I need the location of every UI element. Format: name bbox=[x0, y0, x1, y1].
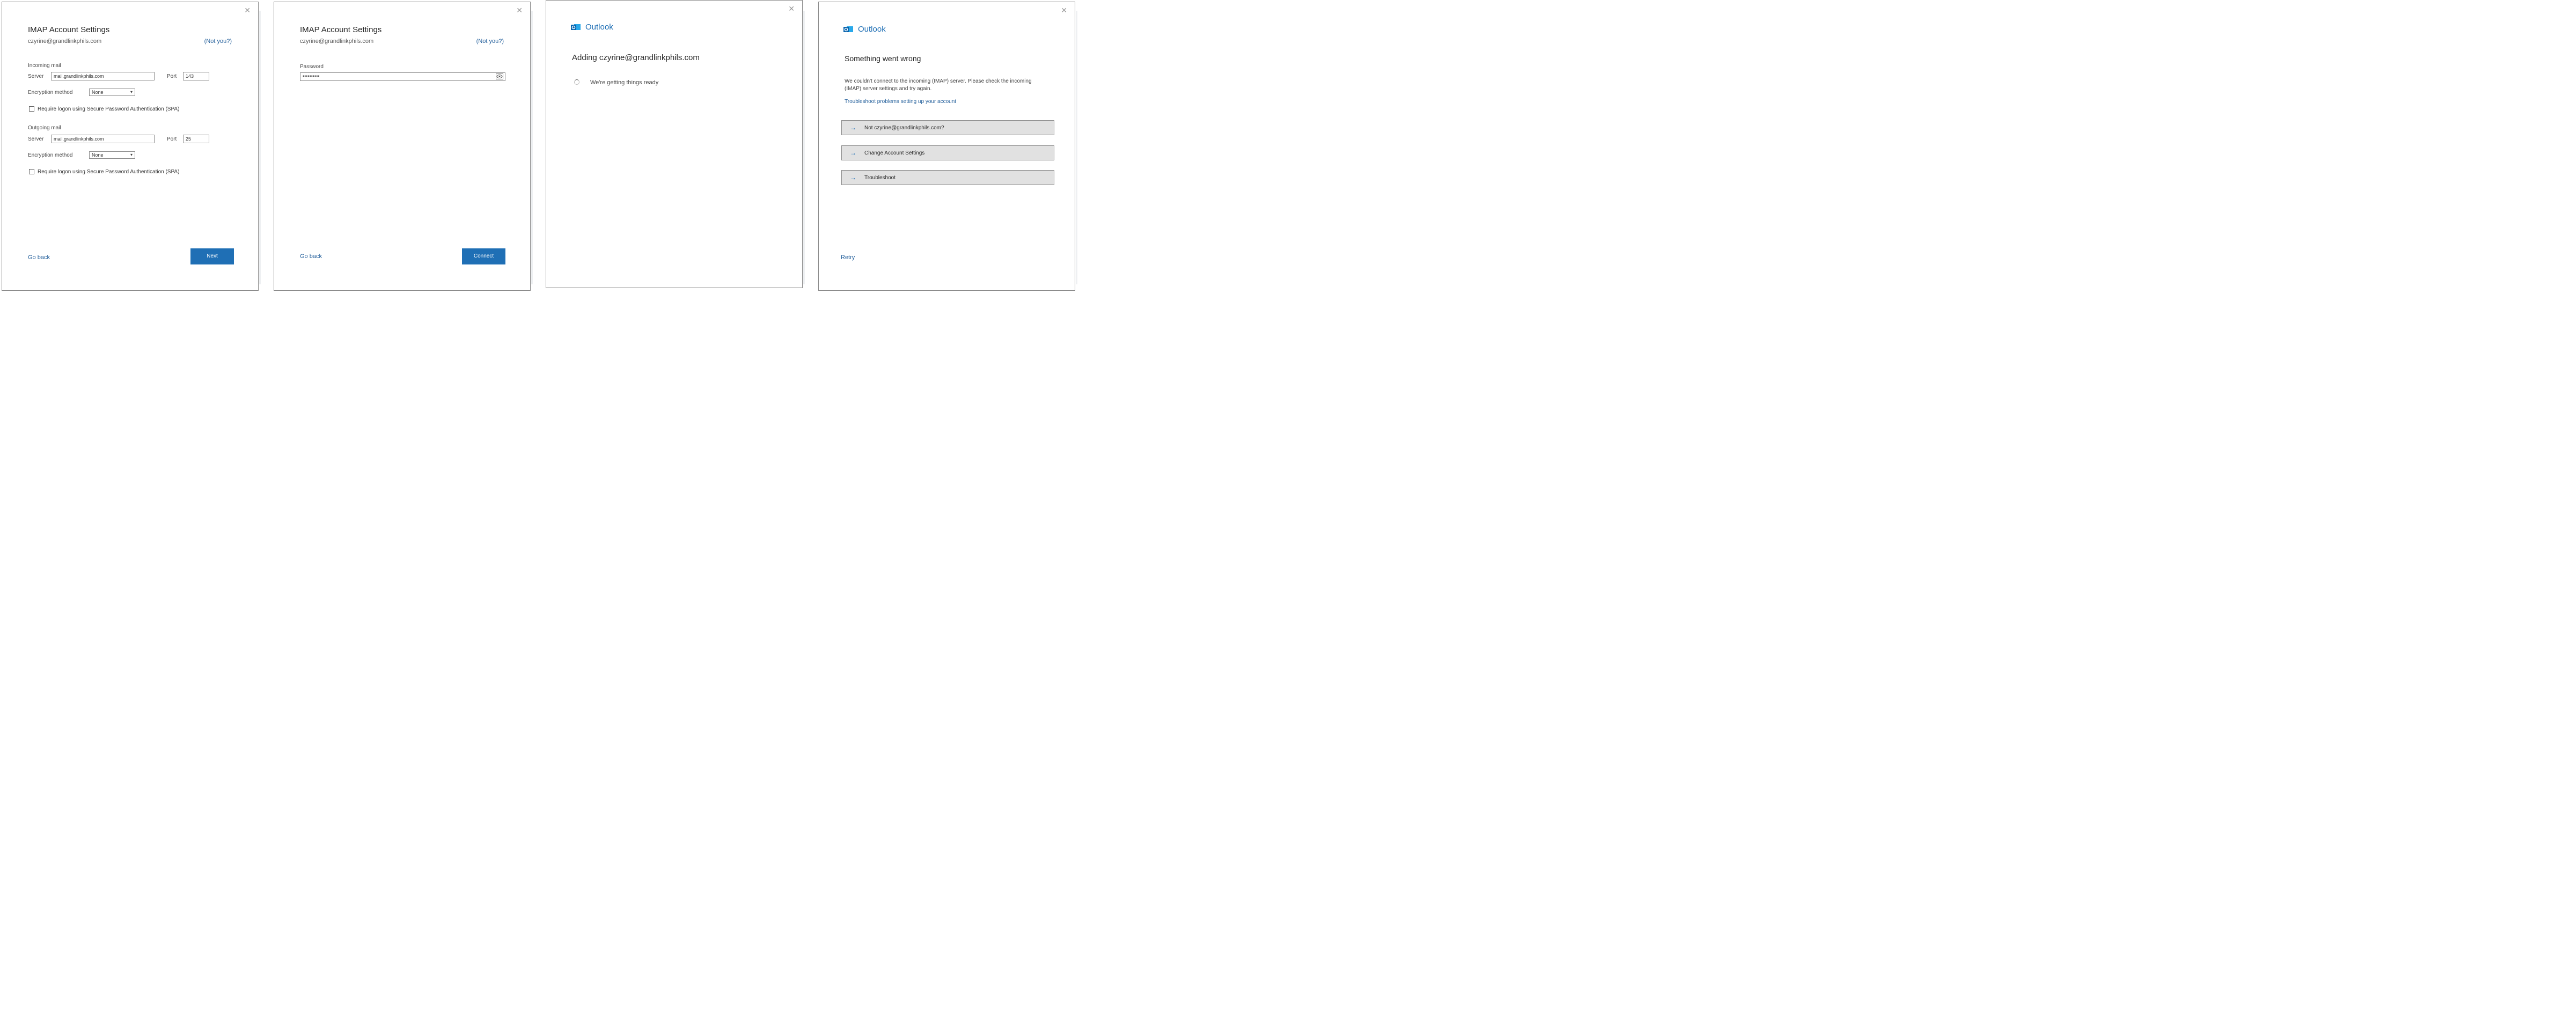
chevron-down-icon: ▾ bbox=[130, 152, 133, 157]
account-email: czyrine@grandlinkphils.com bbox=[300, 38, 374, 45]
imap-settings-dialog: ✕ IMAP Account Settings czyrine@grandlin… bbox=[2, 2, 259, 291]
outgoing-server-input[interactable] bbox=[51, 135, 155, 143]
password-input[interactable]: •••••••••• bbox=[300, 72, 505, 81]
adding-account-dialog: ✕ Outlook Adding czyrine@grandlinkphils.… bbox=[546, 0, 803, 288]
troubleshoot-button[interactable]: → Troubleshoot bbox=[841, 170, 1054, 185]
incoming-server-input[interactable] bbox=[51, 72, 155, 80]
connect-button[interactable]: Connect bbox=[462, 248, 505, 264]
error-dialog: ✕ Outlook Something went wrong We couldn… bbox=[818, 2, 1075, 291]
outlook-logo-icon bbox=[843, 25, 853, 34]
outgoing-server-label: Server bbox=[28, 136, 44, 142]
dialog-title: IMAP Account Settings bbox=[28, 25, 110, 34]
password-value: •••••••••• bbox=[303, 73, 320, 79]
not-you-link[interactable]: (Not you?) bbox=[204, 38, 232, 45]
outgoing-mail-heading: Outgoing mail bbox=[28, 125, 61, 131]
loading-spinner-icon bbox=[574, 79, 579, 85]
outgoing-encryption-value: None bbox=[92, 152, 104, 158]
option-label: Change Account Settings bbox=[864, 150, 925, 156]
close-icon[interactable]: ✕ bbox=[1061, 6, 1067, 14]
status-text: We're getting things ready bbox=[590, 79, 659, 86]
password-label: Password bbox=[300, 64, 324, 70]
not-you-option-button[interactable]: → Not czyrine@grandlinkphils.com? bbox=[841, 120, 1054, 135]
incoming-spa-checkbox[interactable] bbox=[29, 106, 34, 112]
go-back-link[interactable]: Go back bbox=[28, 254, 50, 261]
option-label: Not czyrine@grandlinkphils.com? bbox=[864, 125, 944, 131]
imap-password-dialog: ✕ IMAP Account Settings czyrine@grandlin… bbox=[274, 2, 531, 291]
troubleshoot-link[interactable]: Troubleshoot problems setting up your ac… bbox=[845, 99, 956, 105]
brand-name: Outlook bbox=[858, 25, 886, 34]
incoming-encryption-select[interactable]: None ▾ bbox=[89, 89, 135, 96]
eye-icon[interactable] bbox=[496, 73, 503, 79]
incoming-port-input[interactable] bbox=[183, 72, 209, 80]
arrow-right-icon: → bbox=[850, 124, 856, 131]
outlook-logo-icon bbox=[571, 23, 581, 32]
account-email: czyrine@grandlinkphils.com bbox=[28, 38, 102, 45]
outlook-brand: Outlook bbox=[571, 23, 613, 32]
incoming-spa-label: Require logon using Secure Password Auth… bbox=[38, 106, 180, 112]
dialog-title: IMAP Account Settings bbox=[300, 25, 382, 34]
background-window-edge bbox=[531, 11, 533, 284]
error-heading: Something went wrong bbox=[845, 54, 921, 63]
outgoing-port-input[interactable] bbox=[183, 135, 209, 143]
close-icon[interactable]: ✕ bbox=[516, 6, 523, 14]
option-label: Troubleshoot bbox=[864, 175, 896, 181]
incoming-encryption-label: Encryption method bbox=[28, 90, 73, 95]
outgoing-port-label: Port bbox=[167, 136, 177, 142]
retry-link[interactable]: Retry bbox=[841, 254, 855, 261]
outgoing-spa-checkbox[interactable] bbox=[29, 169, 34, 174]
outgoing-encryption-select[interactable]: None ▾ bbox=[89, 151, 135, 159]
incoming-mail-heading: Incoming mail bbox=[28, 63, 61, 69]
go-back-link[interactable]: Go back bbox=[300, 253, 322, 260]
outlook-brand: Outlook bbox=[843, 25, 886, 34]
brand-name: Outlook bbox=[585, 23, 613, 32]
close-icon[interactable]: ✕ bbox=[244, 6, 251, 14]
background-window-edge bbox=[1076, 11, 1077, 284]
outgoing-spa-label: Require logon using Secure Password Auth… bbox=[38, 169, 180, 175]
error-message: We couldn't connect to the incoming (IMA… bbox=[845, 78, 1032, 92]
next-button[interactable]: Next bbox=[190, 248, 234, 264]
incoming-port-label: Port bbox=[167, 73, 177, 79]
close-icon[interactable]: ✕ bbox=[788, 5, 795, 12]
outgoing-encryption-label: Encryption method bbox=[28, 152, 73, 158]
arrow-right-icon: → bbox=[850, 174, 856, 181]
background-window-edge bbox=[259, 11, 261, 284]
change-account-settings-button[interactable]: → Change Account Settings bbox=[841, 145, 1054, 160]
adding-heading: Adding czyrine@grandlinkphils.com bbox=[572, 53, 700, 62]
not-you-link[interactable]: (Not you?) bbox=[476, 38, 504, 45]
incoming-server-label: Server bbox=[28, 73, 44, 79]
background-window-edge bbox=[803, 11, 805, 284]
chevron-down-icon: ▾ bbox=[130, 90, 133, 94]
arrow-right-icon: → bbox=[850, 149, 856, 157]
incoming-encryption-value: None bbox=[92, 90, 104, 95]
